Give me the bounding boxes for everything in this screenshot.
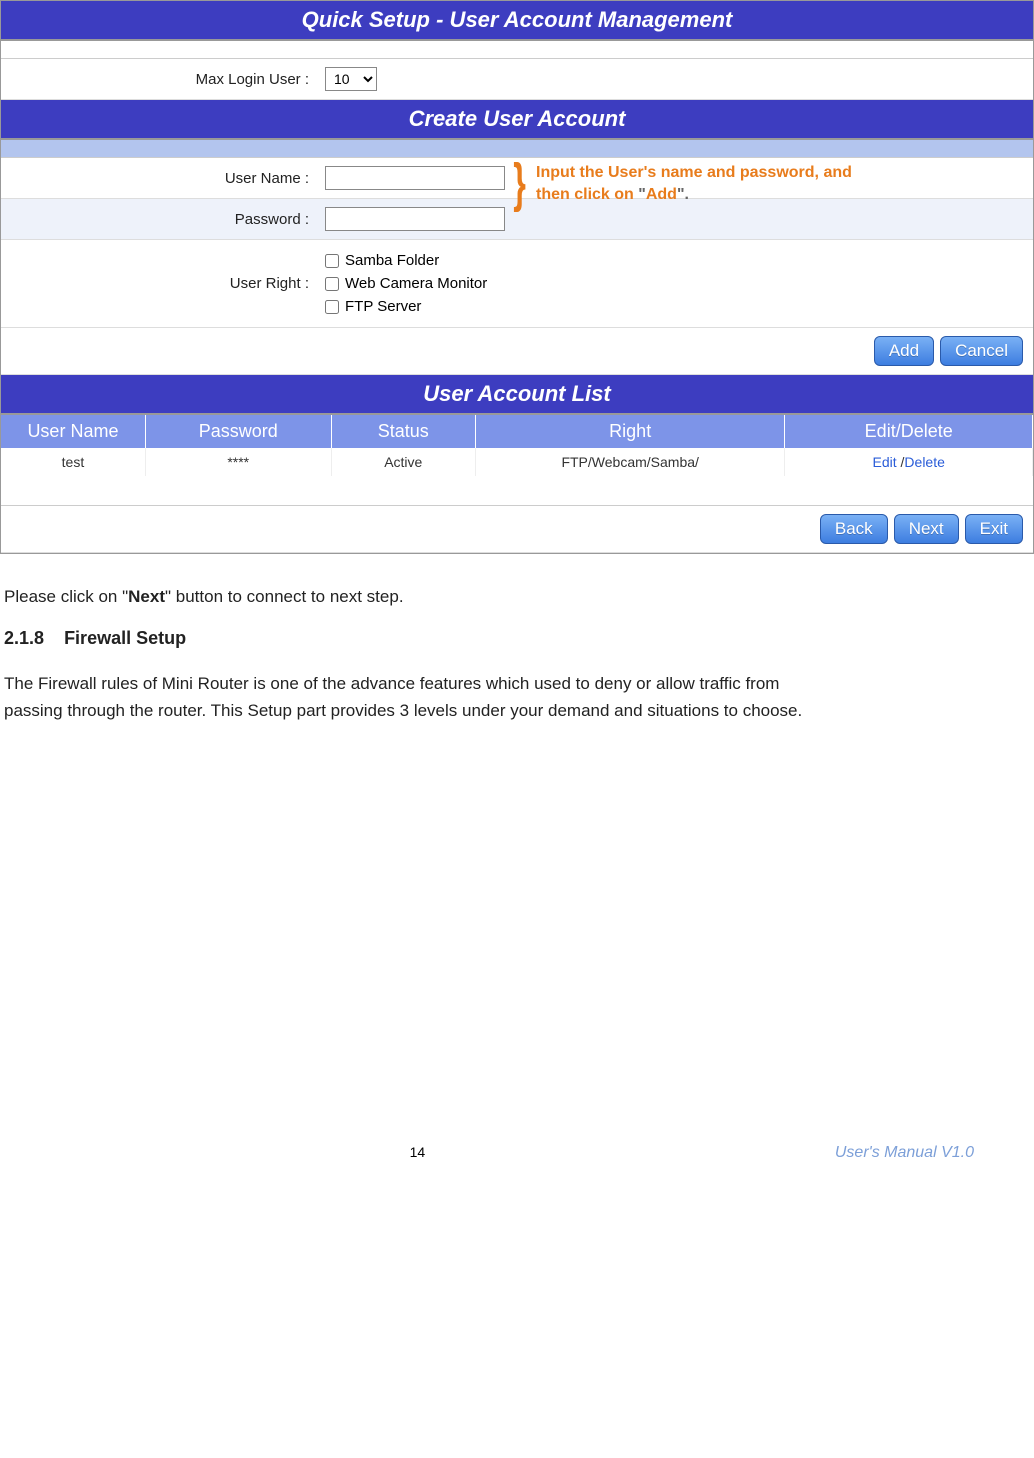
nav-buttons-row: Back Next Exit [1,506,1033,553]
router-admin-screenshot: Quick Setup - User Account Management Ma… [0,0,1034,554]
cell-editdelete: Edit /Delete [785,448,1033,476]
user-right-label: User Right : [1,275,319,292]
create-buttons-row: Add Cancel [1,328,1033,375]
next-button[interactable]: Next [894,514,959,544]
max-login-user-label: Max Login User : [1,71,319,88]
right-ftp[interactable]: FTP Server [325,298,487,315]
manual-version: User's Manual V1.0 [835,1144,974,1162]
spacer [1,476,1033,506]
right-samba-label: Samba Folder [345,252,439,269]
table-row: test **** Active FTP/Webcam/Samba/ Edit … [1,448,1033,476]
th-right: Right [475,415,784,448]
spacer [1,41,1033,59]
th-editdelete: Edit/Delete [785,415,1033,448]
user-right-row: User Right : Samba Folder Web Camera Mon… [1,240,1033,328]
delete-link[interactable]: Delete [904,454,944,470]
exit-button[interactable]: Exit [965,514,1023,544]
section-heading: 2.1.8 Firewall Setup [4,628,1030,649]
cell-right: FTP/Webcam/Samba/ [475,448,784,476]
username-input[interactable] [325,166,505,190]
add-button[interactable]: Add [874,336,934,366]
checkbox-samba[interactable] [325,254,339,268]
right-webcam-label: Web Camera Monitor [345,275,487,292]
checkbox-ftp[interactable] [325,300,339,314]
document-body: Please click on "Next" button to connect… [0,584,1034,724]
username-label: User Name : [1,170,319,187]
username-row: User Name : } Input the User's name and … [1,158,1033,199]
right-webcam[interactable]: Web Camera Monitor [325,275,487,292]
cancel-button[interactable]: Cancel [940,336,1023,366]
right-ftp-label: FTP Server [345,298,421,315]
user-list-header: User Account List [1,375,1033,415]
right-samba[interactable]: Samba Folder [325,252,487,269]
max-login-user-row: Max Login User : 10 [1,59,1033,100]
cell-username: test [1,448,145,476]
instruction-next: Please click on "Next" button to connect… [4,584,1030,610]
password-input[interactable] [325,207,505,231]
page-footer: 14 User's Manual V1.0 [0,1144,1034,1172]
brace-icon: } [513,169,526,199]
annotation-callout: } Input the User's name and password, an… [509,162,1034,205]
checkbox-webcam[interactable] [325,277,339,291]
edit-link[interactable]: Edit [873,454,897,470]
user-account-table: User Name Password Status Right Edit/Del… [1,415,1033,476]
th-password: Password [145,415,331,448]
cell-password: **** [145,448,331,476]
create-user-header: Create User Account [1,100,1033,140]
callout-text: Input the User's name and password, and … [536,162,852,205]
cell-status: Active [331,448,475,476]
password-label: Password : [1,211,319,228]
max-login-user-select[interactable]: 10 [325,67,377,91]
page-number: 14 [0,1144,835,1162]
firewall-paragraph: The Firewall rules of Mini Router is one… [4,671,834,724]
back-button[interactable]: Back [820,514,888,544]
th-status: Status [331,415,475,448]
page-title-bar: Quick Setup - User Account Management [1,1,1033,41]
th-username: User Name [1,415,145,448]
